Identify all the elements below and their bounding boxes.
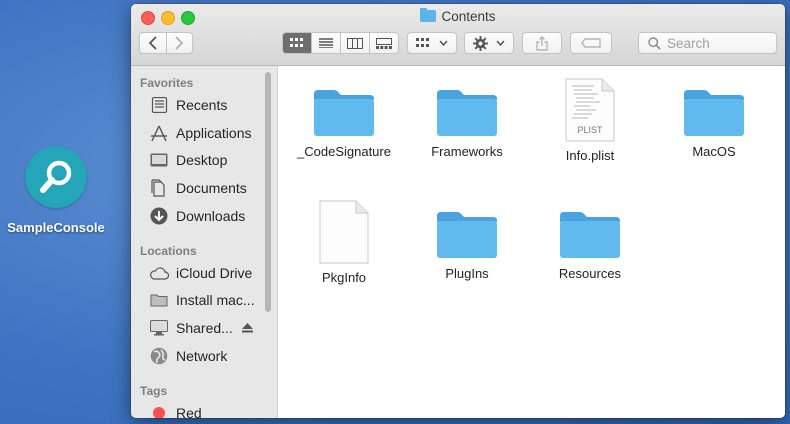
file-item-plugins[interactable]: PlugIns	[407, 208, 527, 281]
documents-icon	[149, 179, 169, 197]
finder-window: Contents Search Favorites Recents Applic…	[131, 4, 785, 418]
chevron-down-icon	[496, 40, 505, 46]
tags-header: Tags	[140, 384, 168, 398]
folder-icon	[435, 86, 499, 138]
magnifier-icon	[25, 146, 87, 208]
favorites-header: Favorites	[140, 76, 194, 90]
chevron-left-icon	[148, 36, 157, 50]
sidebar-item-label: Install mac...	[176, 292, 255, 308]
sidebar-item-documents[interactable]: Documents	[149, 179, 247, 197]
column-view-button[interactable]	[341, 33, 370, 53]
file-name: _CodeSignature	[297, 144, 391, 159]
gallery-icon	[376, 37, 392, 49]
file-item-pkginfo[interactable]: PkgInfo	[284, 200, 404, 285]
locations-header: Locations	[140, 244, 197, 258]
search-placeholder: Search	[667, 35, 710, 51]
sidebar-item-shared[interactable]: Shared...	[149, 319, 253, 337]
file-item-macos[interactable]: MacOS	[654, 86, 774, 159]
list-icon	[319, 38, 333, 48]
file-item-frameworks[interactable]: Frameworks	[407, 86, 527, 159]
window-title: Contents	[131, 8, 785, 24]
icon-view-button[interactable]	[283, 33, 312, 53]
desktop-icon	[149, 151, 169, 169]
desktop-app-label: SampleConsole	[7, 220, 105, 235]
folder-icon	[558, 208, 622, 260]
file-name: Info.plist	[565, 148, 615, 163]
sidebar-item-desktop[interactable]: Desktop	[149, 151, 227, 169]
sidebar-item-applications[interactable]: Applications	[149, 124, 252, 142]
eject-icon[interactable]	[241, 323, 253, 333]
sidebar-item-tag-red[interactable]: Red	[149, 404, 202, 418]
toolbar: Contents Search	[131, 4, 785, 66]
list-view-button[interactable]	[312, 33, 341, 53]
nav-buttons	[139, 32, 193, 54]
downloads-icon	[149, 207, 169, 225]
file-item-info-plist[interactable]: PLIST Info.plist	[530, 78, 650, 163]
file-item-resources[interactable]: Resources	[530, 208, 650, 281]
sidebar-item-label: Applications	[176, 125, 252, 141]
folder-icon	[312, 86, 376, 138]
chevron-right-icon	[175, 36, 184, 50]
sidebar-item-label: Network	[176, 348, 228, 364]
tag-color-dot	[149, 404, 169, 418]
folder-icon	[420, 8, 437, 22]
grid-icon	[290, 38, 303, 47]
globe-icon	[149, 347, 169, 365]
sidebar-item-label: iCloud Drive	[176, 265, 253, 281]
sidebar-scrollbar[interactable]	[265, 72, 271, 312]
sidebar-item-label: Downloads	[176, 208, 246, 224]
sidebar-item-label: Shared...	[176, 320, 233, 336]
document-icon	[318, 200, 370, 264]
cloud-icon	[149, 264, 169, 282]
forward-button[interactable]	[167, 33, 193, 53]
chevron-down-icon	[439, 40, 448, 46]
search-icon	[648, 36, 661, 50]
sidebar-item-downloads[interactable]: Downloads	[149, 207, 245, 225]
sidebar-item-label: Desktop	[176, 152, 228, 168]
search-field[interactable]: Search	[638, 32, 777, 54]
window-title-text: Contents	[441, 9, 496, 24]
columns-icon	[347, 37, 363, 49]
desktop-app-icon[interactable]: SampleConsole	[0, 146, 112, 235]
tag-button[interactable]	[570, 32, 612, 54]
share-icon	[536, 35, 548, 51]
recents-icon	[149, 96, 169, 114]
file-name: PlugIns	[445, 266, 489, 281]
sidebar-item-icloud[interactable]: iCloud Drive	[149, 264, 252, 282]
plist-file-icon: PLIST	[564, 78, 616, 142]
sidebar-item-recents[interactable]: Recents	[149, 96, 227, 114]
file-item-codesignature[interactable]: _CodeSignature	[284, 86, 404, 159]
sidebar-item-label: Red	[176, 405, 202, 418]
back-button[interactable]	[140, 33, 167, 53]
share-button[interactable]	[522, 32, 562, 54]
grid-icon	[416, 38, 429, 47]
gear-icon	[473, 35, 488, 51]
sidebar-item-install-mac[interactable]: Install mac...	[149, 291, 255, 309]
file-grid: _CodeSignature Frameworks PLIST Info.pli…	[278, 66, 785, 418]
group-button[interactable]	[407, 32, 457, 54]
sidebar-item-network[interactable]: Network	[149, 347, 227, 365]
action-button[interactable]	[464, 32, 514, 54]
drive-icon	[149, 291, 169, 309]
plist-badge: PLIST	[577, 125, 603, 135]
tag-icon	[581, 38, 601, 48]
sidebar: Favorites Recents Applications Desktop D…	[131, 66, 278, 418]
folder-icon	[682, 86, 746, 138]
gallery-view-button[interactable]	[370, 33, 398, 53]
file-name: Frameworks	[431, 144, 503, 159]
file-name: Resources	[558, 266, 622, 281]
view-mode-control	[282, 32, 399, 54]
sidebar-item-label: Documents	[176, 180, 247, 196]
file-name: PkgInfo	[321, 270, 367, 285]
sidebar-item-label: Recents	[176, 97, 228, 113]
applications-icon	[149, 124, 169, 142]
file-name: MacOS	[692, 144, 736, 159]
folder-icon	[435, 208, 499, 260]
display-icon	[149, 319, 169, 337]
